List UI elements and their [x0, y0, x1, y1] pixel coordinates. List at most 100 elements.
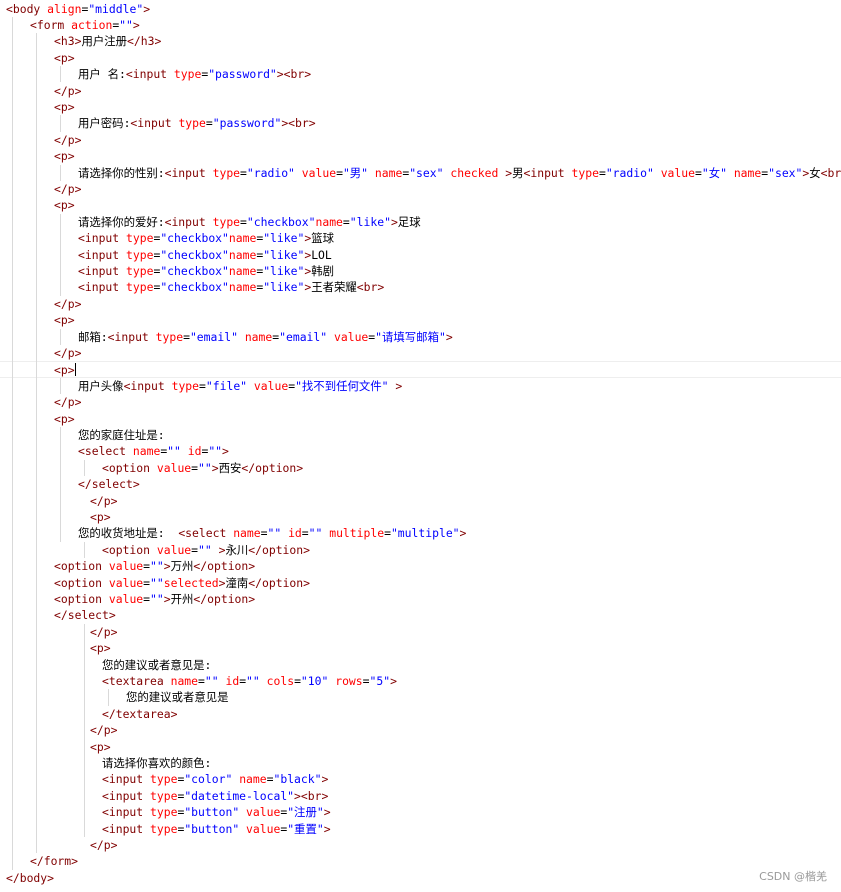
code-text: 西安 — [218, 460, 242, 475]
code-line[interactable]: </textarea> — [0, 706, 841, 722]
html-tag-token: <p> — [54, 99, 75, 114]
code-line[interactable]: 用户 名:<input type="password"><br> — [0, 66, 841, 82]
code-line[interactable]: </p> — [0, 132, 841, 148]
code-line[interactable]: <body align="middle"> — [0, 1, 841, 17]
code-line[interactable]: 您的收货地址是: <select name="" id="" multiple=… — [0, 525, 841, 541]
html-tag-token: > — [395, 378, 403, 393]
code-line[interactable]: 请选择你的爱好:<input type="checkbox"name="like… — [0, 214, 841, 230]
html-tag-token: <input — [102, 821, 144, 836]
code-line[interactable]: <input type="color" name="black"> — [0, 771, 841, 787]
code-line[interactable]: <input type="checkbox"name="like">篮球 — [0, 230, 841, 246]
html-tag-token: </p> — [54, 395, 82, 410]
code-line[interactable]: </p> — [0, 345, 841, 361]
html-attribute-token: action — [71, 17, 113, 32]
code-line[interactable]: <input type="datetime-local"><br> — [0, 788, 841, 804]
html-tag-token: <input — [78, 231, 120, 246]
html-tag-token: </p> — [90, 723, 118, 738]
code-line[interactable]: <p> — [0, 739, 841, 755]
code-line[interactable]: <select name="" id=""> — [0, 443, 841, 459]
code-line[interactable]: <p> — [0, 197, 841, 213]
html-attribute-token: type — [126, 231, 154, 246]
code-line[interactable]: </p> — [0, 83, 841, 99]
code-line[interactable]: <p> — [0, 411, 841, 427]
html-value-token: "" — [150, 591, 164, 606]
html-tag-token: <input — [123, 378, 165, 393]
code-line[interactable]: <form action=""> — [0, 17, 841, 33]
code-line[interactable]: </p> — [0, 624, 841, 640]
code-line[interactable]: 请选择你喜欢的颜色: — [0, 755, 841, 771]
code-line[interactable]: <input type="button" value="注册"> — [0, 804, 841, 820]
code-line[interactable]: 邮箱:<input type="email" name="email" valu… — [0, 329, 841, 345]
code-line[interactable]: <p> — [0, 50, 841, 66]
code-line[interactable]: 您的家庭住址是: — [0, 427, 841, 443]
code-line[interactable]: <input type="checkbox"name="like">王者荣耀<b… — [0, 279, 841, 295]
html-attribute-token: value — [156, 460, 192, 475]
code-line[interactable]: <option value="">西安</option> — [0, 460, 841, 476]
code-line[interactable]: <p> — [0, 640, 841, 656]
code-line[interactable]: </p> — [0, 722, 841, 738]
html-tag-token: </h3> — [127, 34, 162, 49]
code-line[interactable]: <option value=""selected>潼南</option> — [0, 575, 841, 591]
html-attribute-token: name — [239, 772, 267, 787]
code-line[interactable]: </select> — [0, 476, 841, 492]
code-line[interactable]: 请选择你的性别:<input type="radio" value="男" na… — [0, 165, 841, 181]
code-line[interactable]: <input type="checkbox"name="like">韩剧 — [0, 263, 841, 279]
code-line[interactable]: <option value="" >永川</option> — [0, 542, 841, 558]
code-line[interactable]: <p> — [0, 509, 841, 525]
code-line[interactable]: </select> — [0, 607, 841, 623]
indent-guide — [60, 377, 61, 395]
code-text: = — [143, 591, 151, 606]
html-value-token: "sex" — [409, 165, 444, 180]
html-tag-token: <p> — [54, 198, 75, 213]
code-line[interactable]: </p> — [0, 394, 841, 410]
code-line[interactable]: <input type="button" value="重置"> — [0, 821, 841, 837]
code-line[interactable]: 您的建议或者意见是 — [0, 689, 841, 705]
code-line[interactable]: </form> — [0, 853, 841, 869]
code-text: 请选择你的性别: — [78, 165, 165, 180]
code-text: 邮箱: — [78, 329, 108, 344]
code-line[interactable]: 您的建议或者意见是: — [0, 657, 841, 673]
code-line[interactable]: <p> — [0, 312, 841, 328]
code-line[interactable]: <option value="">万州</option> — [0, 558, 841, 574]
code-editor[interactable]: <body align="middle"> <form action=""> <h3… — [0, 0, 841, 892]
code-line[interactable]: <p> — [0, 99, 841, 115]
html-value-token: "email" — [189, 329, 238, 344]
html-value-token: "checkbox" — [160, 231, 229, 246]
code-text: = — [183, 329, 190, 344]
html-attribute-token: name — [132, 444, 161, 459]
code-line[interactable]: </body> — [0, 870, 841, 886]
html-tag-token: > — [390, 673, 397, 688]
html-value-token: "middle" — [88, 1, 144, 16]
code-line[interactable]: </p> — [0, 837, 841, 853]
code-line[interactable]: </p> — [0, 296, 841, 312]
code-line[interactable]: </p> — [0, 181, 841, 197]
html-value-token: "datetime-local" — [184, 788, 295, 803]
code-line[interactable]: <p> — [0, 361, 841, 378]
html-tag-token: <body — [6, 1, 41, 16]
code-line[interactable]: <textarea name="" id="" cols="10" rows="… — [0, 673, 841, 689]
html-attribute-token: type — [126, 280, 154, 295]
html-attribute-token: type — [155, 329, 184, 344]
html-tag-token: <p> — [54, 313, 75, 328]
code-line[interactable]: 用户密码:<input type="password"><br> — [0, 115, 841, 131]
indent-guide — [60, 66, 61, 83]
html-tag-token: <input — [102, 805, 144, 820]
code-line[interactable]: <p> — [0, 148, 841, 164]
indent-guide — [36, 33, 37, 854]
html-tag-token: </textarea> — [102, 706, 178, 721]
html-value-token: "男" — [342, 165, 369, 180]
html-tag-token: <input — [107, 329, 149, 344]
code-line[interactable]: </p> — [0, 493, 841, 509]
code-line[interactable]: <option value="">开州</option> — [0, 591, 841, 607]
code-line[interactable]: <h3>用户注册</h3> — [0, 33, 841, 49]
html-tag-token: <input — [164, 214, 206, 229]
code-line[interactable]: 用户头像<input type="file" value="找不到任何文件" > — [0, 378, 841, 394]
code-line[interactable]: <input type="checkbox"name="like">LOL — [0, 247, 841, 263]
indent-guide — [84, 623, 85, 837]
